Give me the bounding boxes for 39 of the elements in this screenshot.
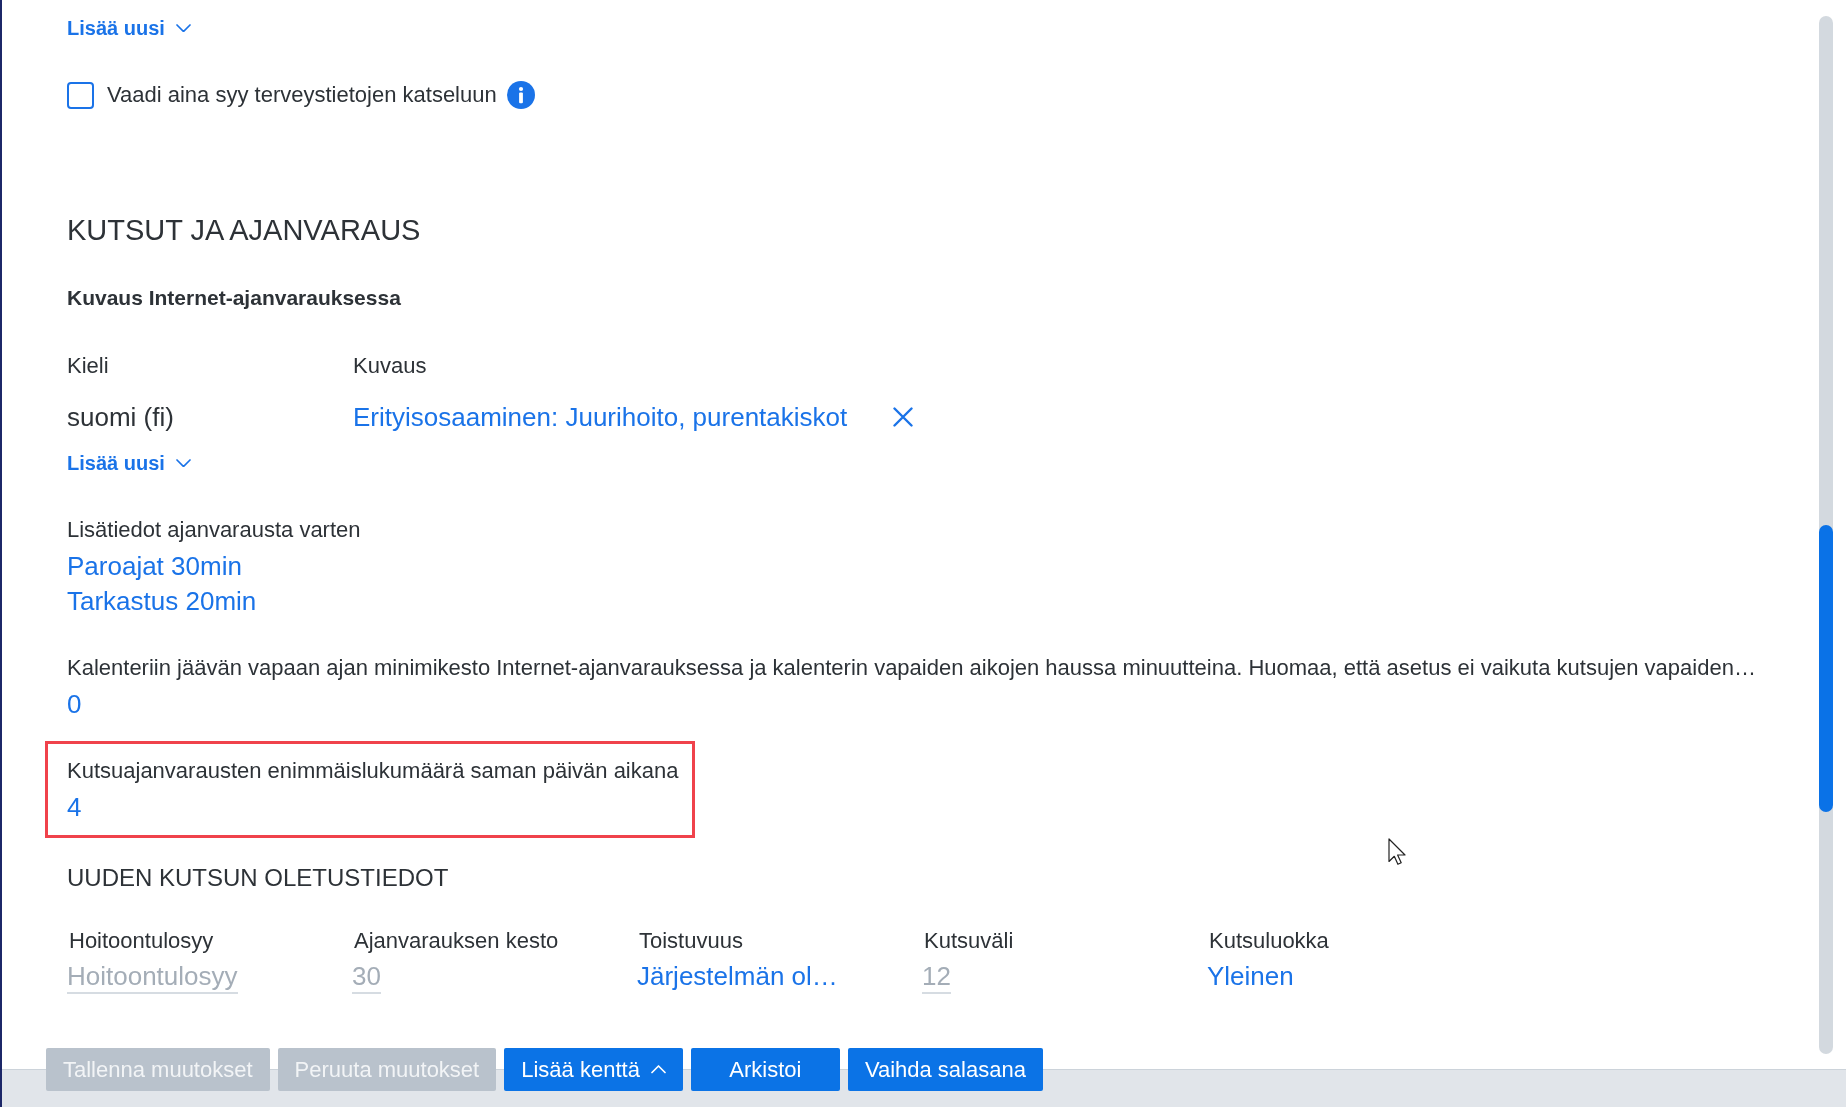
language-text: suomi (fi) bbox=[67, 401, 174, 434]
scrollbar-thumb[interactable] bbox=[1819, 524, 1833, 813]
field-value[interactable]: Paroajat 30min bbox=[67, 548, 242, 584]
section-title: KUTSUT JA AJANVARAUS bbox=[67, 213, 421, 248]
field-label: Hoitoontulosyy bbox=[69, 927, 214, 955]
checkbox-label: Vaadi aina syy terveystietojen katseluun bbox=[107, 82, 497, 108]
value-link[interactable]: Yleinen bbox=[1207, 960, 1294, 994]
field-label: Kalenteriin jäävän vapaan ajan minimikesto Internet-ajanvarauksessa ja kalenterin vapaiden aikojen haussa minuutteina. Huomaa, että asetus ei vaikuta kutsujen vapaiden… bbox=[67, 654, 1756, 682]
cursor-icon bbox=[1388, 838, 1406, 865]
info-icon bbox=[506, 81, 535, 109]
input-field[interactable]: 12 bbox=[922, 960, 951, 994]
chevron-down-icon bbox=[175, 458, 191, 468]
action-button[interactable]: Vaihda salasana bbox=[847, 1048, 1043, 1091]
column-header: Kieli bbox=[67, 352, 109, 380]
scrollbar[interactable] bbox=[1819, 16, 1833, 1054]
input-field[interactable]: Hoitoontulosyy bbox=[67, 960, 238, 994]
action-button[interactable]: Lisää kenttä bbox=[504, 1048, 683, 1091]
field-value[interactable]: Tarkastus 20min bbox=[67, 583, 257, 619]
column-header: Kuvaus bbox=[353, 352, 427, 380]
field-value[interactable]: 4 bbox=[67, 789, 82, 825]
chevron-down-icon bbox=[175, 23, 191, 33]
action-button[interactable]: Arkistoi bbox=[690, 1048, 840, 1091]
add-new-button[interactable]: Lisää uusi bbox=[67, 13, 191, 43]
checkbox[interactable] bbox=[67, 81, 94, 109]
input-field[interactable]: 30 bbox=[352, 960, 381, 994]
value-link[interactable]: Järjestelmän ol… bbox=[637, 960, 838, 994]
add-new-button[interactable]: Lisää uusi bbox=[67, 448, 191, 478]
field-value[interactable]: 0 bbox=[67, 686, 82, 722]
field-label: Kutsuajanvarausten enimmäislukumäärä saman päivän aikana bbox=[67, 757, 679, 785]
description-link[interactable]: Erityisosaaminen: Juurihoito, purentakiskot bbox=[353, 399, 848, 435]
section-title: UUDEN KUTSUN OLETUSTIEDOT bbox=[67, 863, 449, 893]
field-label: Kutsuluokka bbox=[1209, 927, 1329, 955]
chevron-up-icon bbox=[650, 1065, 666, 1074]
close-icon[interactable] bbox=[893, 407, 914, 427]
field-label: Ajanvarauksen kesto bbox=[354, 927, 559, 955]
field-label: Kutsuväli bbox=[924, 927, 1014, 955]
field-label: Toistuvuus bbox=[639, 927, 743, 955]
subsection-title: Kuvaus Internet-ajanvarauksessa bbox=[67, 285, 401, 311]
field-label: Lisätiedot ajanvarausta varten bbox=[67, 516, 361, 544]
